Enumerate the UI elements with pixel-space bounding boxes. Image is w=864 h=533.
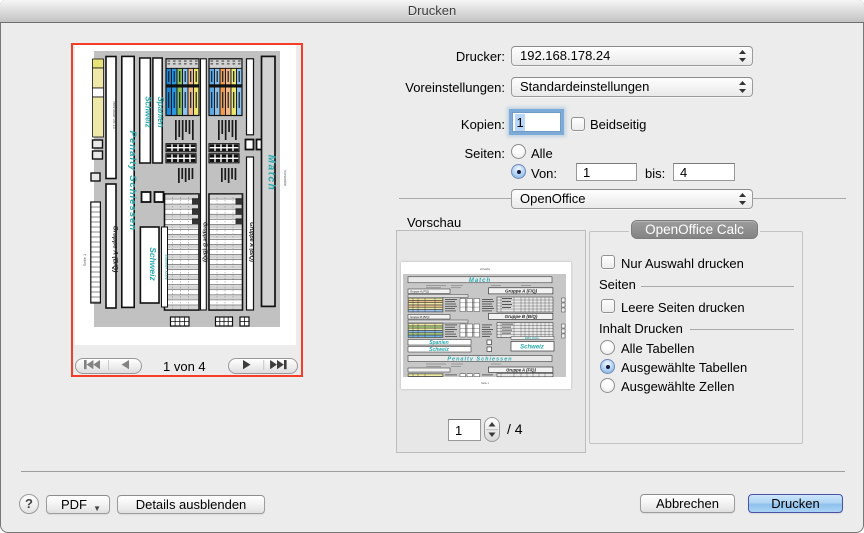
svg-text:Vorwahle: Vorwahle [283, 170, 288, 187]
svg-text:Gruppe A (F/Q): Gruppe A (F/Q) [506, 367, 536, 372]
svg-text:Gruppe A (B/Q): Gruppe A (B/Q) [112, 226, 119, 273]
svg-text:Hinrunde 09:15: Hinrunde 09:15 [112, 101, 117, 129]
svg-text:Gruppe A (F/Q): Gruppe A (F/Q) [410, 290, 429, 294]
svg-text:Schweiz: Schweiz [520, 345, 544, 351]
svg-text:Elfmeter Krimi: Elfmeter Krimi [164, 254, 169, 279]
svg-text:Gruppe A (F/Q): Gruppe A (F/Q) [505, 289, 537, 294]
svg-text:Gruppe B (B/Q): Gruppe B (B/Q) [202, 222, 208, 262]
svg-text:Penalty Schiessen: Penalty Schiessen [447, 357, 512, 363]
svg-text:Spanien: Spanien [429, 340, 448, 346]
svg-text:Elfm. Krimi: Elfm. Krimi [525, 336, 539, 340]
svg-text:Seite 1: Seite 1 [82, 253, 87, 266]
svg-text:Spanien: Spanien [156, 96, 165, 127]
svg-text:Gruppe B (B/Q): Gruppe B (B/Q) [410, 315, 429, 319]
svg-text:Match: Match [469, 278, 491, 284]
svg-text:Gruppe B (B/Q): Gruppe B (B/Q) [505, 314, 538, 319]
svg-text:Vorwahle: Vorwahle [480, 268, 491, 271]
svg-text:Match: Match [266, 155, 277, 191]
svg-text:Penalty Schiessen: Penalty Schiessen [127, 131, 138, 231]
svg-text:Schweiz: Schweiz [144, 96, 153, 128]
svg-text:Schweiz: Schweiz [148, 247, 158, 281]
svg-text:Seite 1: Seite 1 [481, 382, 489, 385]
svg-text:Gruppe A (B/Q): Gruppe A (B/Q) [248, 222, 254, 262]
svg-text:Schweiz: Schweiz [429, 347, 449, 353]
